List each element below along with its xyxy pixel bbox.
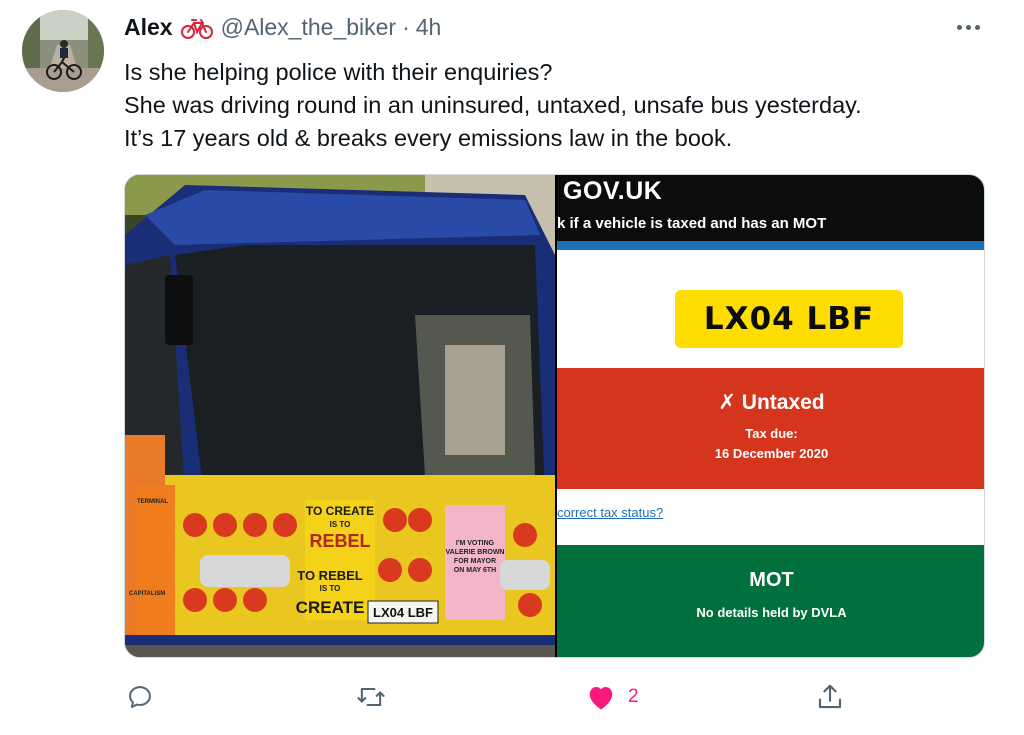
pink-poster-text: FOR MAYOR: [454, 558, 496, 565]
bicycle-icon: [180, 17, 213, 39]
author-handle[interactable]: @Alex_the_biker: [221, 14, 397, 41]
tweet-text-line: It’s 17 years old & breaks every emissio…: [124, 125, 733, 151]
mot-title: MOT: [749, 569, 794, 591]
poster-text: IS TO: [330, 520, 351, 529]
tweet-media[interactable]: LX04 LBF TO CREATE IS TO REBEL TO REBEL …: [124, 174, 985, 658]
gov-header: GOV.UK k if a vehicle is taxed and has a…: [557, 175, 984, 241]
more-dot-icon: [974, 24, 980, 30]
side-poster-text: CAPITALISM: [129, 591, 165, 597]
tweet-text-line: She was driving round in an uninsured, u…: [124, 92, 862, 118]
more-dot-icon: [956, 24, 962, 30]
gov-screenshot-photo[interactable]: GOV.UK k if a vehicle is taxed and has a…: [557, 175, 984, 657]
tweet-text: Is she helping police with their enquiri…: [124, 56, 862, 155]
bus-plate-text: LX04 LBF: [373, 605, 433, 620]
pink-poster-text: ON MAY 6TH: [454, 567, 496, 574]
author-name[interactable]: Alex: [124, 14, 173, 41]
poster-text: REBEL: [309, 531, 370, 551]
gov-header-stripe: [557, 241, 984, 250]
retweet-button[interactable]: [355, 675, 387, 719]
tax-status-link: correct tax status?: [557, 505, 664, 520]
tax-due-date: 16 December 2020: [714, 446, 829, 461]
tweet-actions: 2: [0, 675, 1024, 719]
reply-icon: [126, 683, 154, 711]
tweet-header: Alex @Alex_the_biker · 4h: [124, 14, 441, 41]
retweet-icon: [355, 683, 387, 711]
pink-poster-text: VALERIE BROWN: [446, 549, 505, 556]
more-dot-icon: [965, 24, 971, 30]
pink-poster-text: I'M VOTING: [456, 540, 495, 547]
header-separator: ·: [402, 14, 410, 40]
tax-due-label: Tax due:: [745, 426, 798, 441]
avatar[interactable]: [22, 10, 104, 92]
side-poster-text: TERMINAL: [137, 499, 168, 505]
poster-text: IS TO: [320, 584, 341, 593]
like-button[interactable]: 2: [586, 675, 639, 719]
tweet-timestamp[interactable]: 4h: [416, 14, 442, 41]
tax-status: ✗ Untaxed: [718, 391, 825, 414]
poster-text: TO REBEL: [297, 568, 363, 583]
share-button[interactable]: [815, 675, 845, 719]
mot-panel: MOT No details held by DVLA: [557, 545, 984, 657]
bus-photo[interactable]: LX04 LBF TO CREATE IS TO REBEL TO REBEL …: [125, 175, 555, 657]
poster-text: TO CREATE: [306, 504, 374, 518]
registration-plate: LX04 LBF: [675, 290, 903, 348]
heart-icon: [586, 683, 616, 711]
mot-detail: No details held by DVLA: [696, 605, 847, 620]
reply-button[interactable]: [126, 675, 154, 719]
tax-status-panel: ✗ Untaxed Tax due: 16 December 2020: [557, 368, 984, 489]
share-icon: [815, 682, 845, 712]
tweet: Alex @Alex_the_biker · 4h Is she helping…: [0, 0, 1024, 735]
gov-subtitle: k if a vehicle is taxed and has an MOT: [557, 215, 827, 232]
like-count: 2: [628, 686, 639, 707]
gov-logo: GOV.UK: [563, 177, 663, 205]
more-options-button[interactable]: [950, 16, 986, 38]
tweet-text-line: Is she helping police with their enquiri…: [124, 59, 553, 85]
poster-text: CREATE: [296, 598, 365, 617]
